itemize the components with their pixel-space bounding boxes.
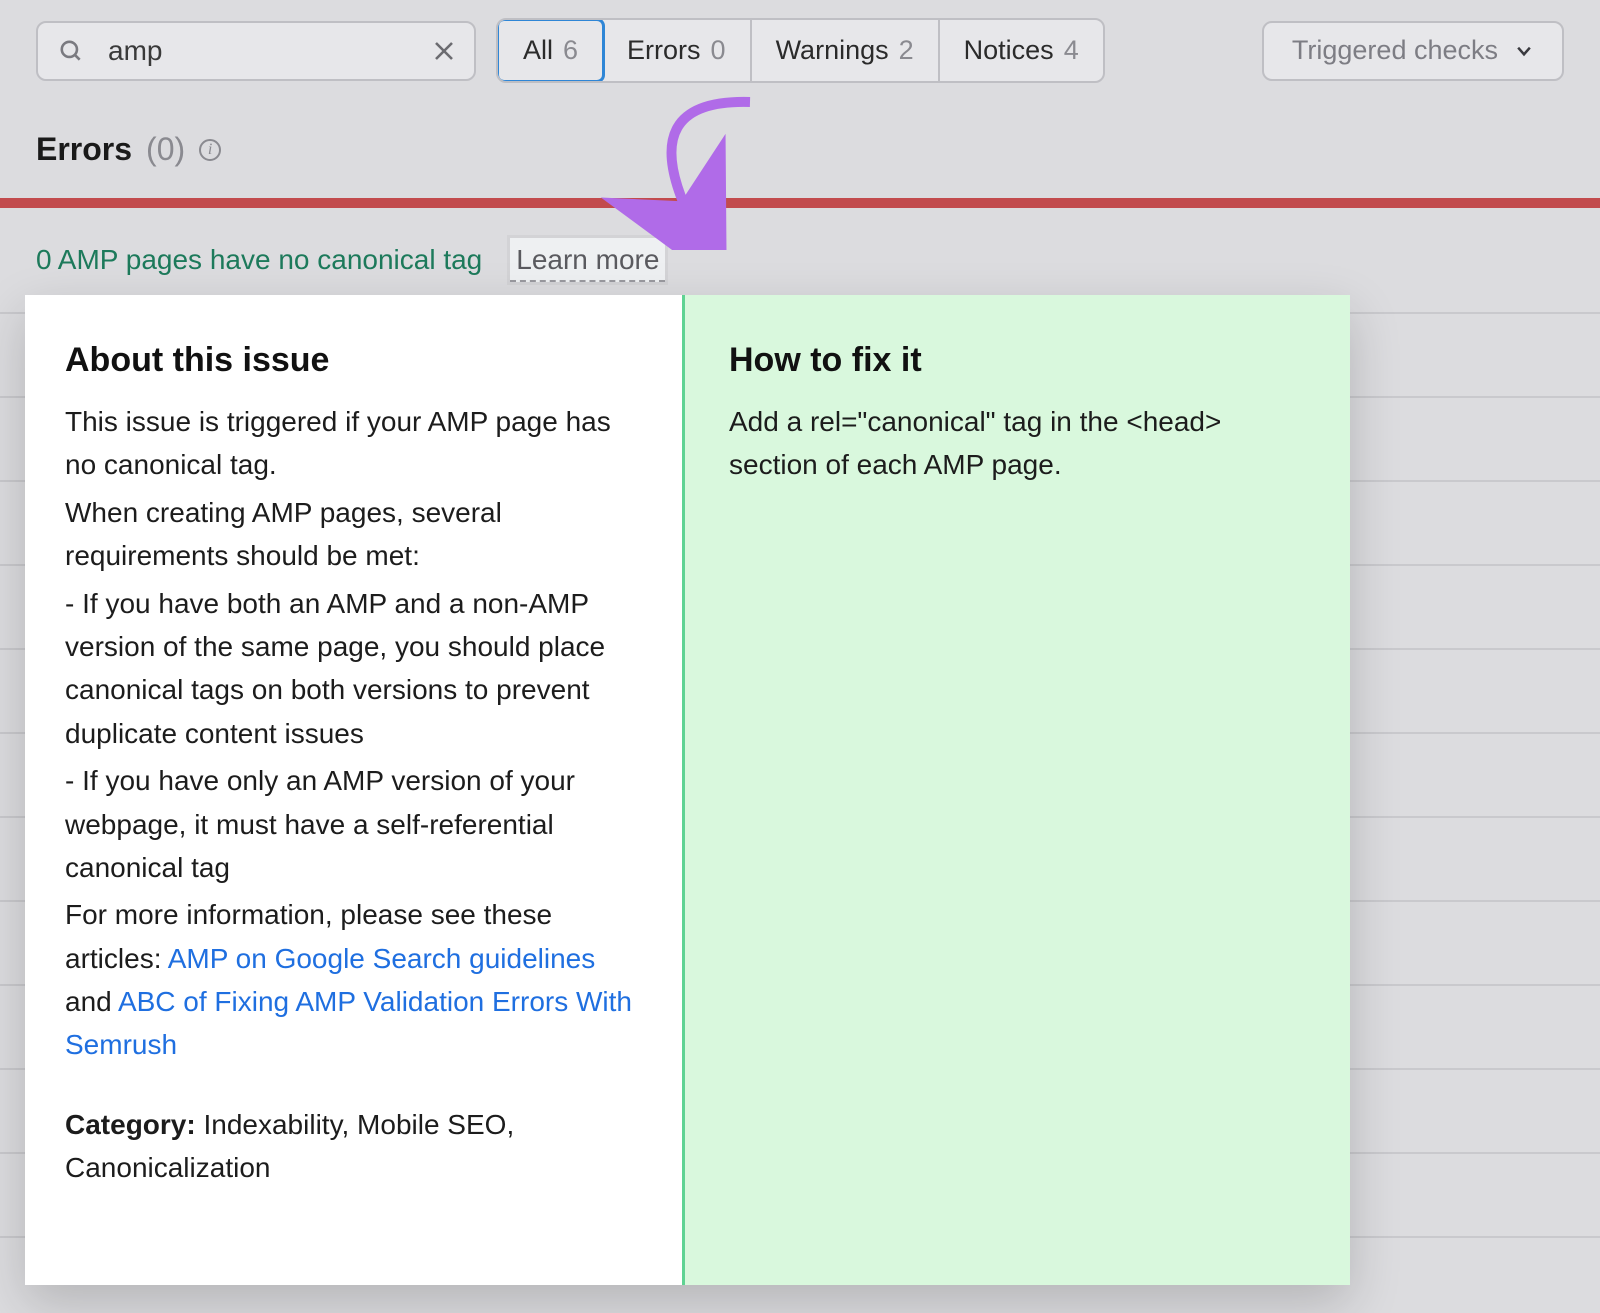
learn-more-link[interactable]: Learn more <box>510 238 665 282</box>
filter-label: Errors <box>627 35 701 66</box>
errors-divider <box>0 198 1600 208</box>
section-label: Errors <box>36 131 132 168</box>
about-text: For more information, please see these a… <box>65 893 642 1067</box>
filter-count: 4 <box>1064 35 1079 66</box>
filter-label: All <box>523 35 553 66</box>
search-icon <box>58 38 84 64</box>
filter-count: 0 <box>711 35 726 66</box>
fix-panel: How to fix it Add a rel="canonical" tag … <box>685 295 1350 1285</box>
about-text: - If you have only an AMP version of you… <box>65 759 642 889</box>
toolbar: All 6 Errors 0 Warnings 2 Notices 4 Trig… <box>0 0 1600 105</box>
fix-heading: How to fix it <box>729 341 1306 380</box>
filter-tab-all[interactable]: All 6 <box>496 18 605 83</box>
filter-count: 6 <box>563 35 578 66</box>
about-body: This issue is triggered if your AMP page… <box>65 400 642 1190</box>
about-text-frag: and <box>65 986 118 1017</box>
chevron-down-icon <box>1514 41 1534 61</box>
filter-tab-errors[interactable]: Errors 0 <box>603 20 752 81</box>
errors-section-header: Errors (0) i <box>0 105 1600 198</box>
triggered-checks-dropdown[interactable]: Triggered checks <box>1262 21 1564 81</box>
fix-body: Add a rel="canonical" tag in the <head> … <box>729 400 1306 487</box>
about-text: - If you have both an AMP and a non-AMP … <box>65 582 642 756</box>
filter-count: 2 <box>899 35 914 66</box>
filter-tabs: All 6 Errors 0 Warnings 2 Notices 4 <box>496 18 1105 83</box>
about-panel: About this issue This issue is triggered… <box>25 295 685 1285</box>
search-input[interactable] <box>36 21 476 81</box>
clear-icon[interactable] <box>432 39 456 63</box>
issue-detail-popover: About this issue This issue is triggered… <box>25 295 1350 1285</box>
category-label: Category: <box>65 1109 196 1140</box>
filter-tab-notices[interactable]: Notices 4 <box>940 20 1103 81</box>
info-icon[interactable]: i <box>199 139 221 161</box>
about-text: This issue is triggered if your AMP page… <box>65 400 642 487</box>
triggered-label: Triggered checks <box>1292 35 1498 66</box>
search-field-wrap <box>36 21 476 81</box>
filter-label: Warnings <box>776 35 889 66</box>
amp-guidelines-link[interactable]: AMP on Google Search guidelines <box>168 943 596 974</box>
abc-fixing-link[interactable]: ABC of Fixing AMP Validation Errors With… <box>65 986 632 1060</box>
filter-label: Notices <box>964 35 1054 66</box>
filter-tab-warnings[interactable]: Warnings 2 <box>752 20 940 81</box>
about-heading: About this issue <box>65 341 642 380</box>
issue-title[interactable]: 0 AMP pages have no canonical tag <box>36 244 482 276</box>
about-text: When creating AMP pages, several require… <box>65 491 642 578</box>
section-count: (0) <box>146 131 185 168</box>
category-line: Category: Indexability, Mobile SEO, Cano… <box>65 1103 642 1190</box>
